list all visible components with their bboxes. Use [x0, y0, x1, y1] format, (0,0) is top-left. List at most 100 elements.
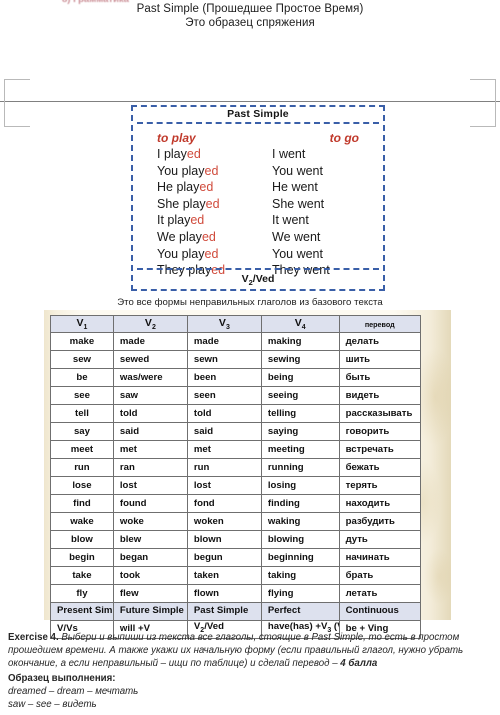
verb-cell-r9-c1: found	[112, 494, 188, 513]
conjugation-line-to-go-3: She went	[272, 196, 383, 213]
exercise-text-part1: Выбери и выпиши из текста все глаголы, с…	[58, 632, 312, 643]
conjugation-line-to-go-1: You went	[272, 163, 383, 180]
formula-base: V	[241, 272, 249, 285]
verb-cell-r12-c4: начинать	[338, 548, 421, 567]
verb-cell-r5-c2: said	[186, 422, 262, 441]
exercise-sample-label: Образец выполнения:	[8, 672, 116, 684]
verb-cell-r9-c3: finding	[260, 494, 340, 513]
verb-cell-r3-c0: see	[50, 386, 114, 405]
verb-cell-r10-c1: woke	[112, 512, 188, 531]
table-row: sew sewed sewn sewing шить	[50, 350, 421, 369]
page-margin-rule	[0, 101, 500, 102]
verb-cell-r5-c1: said	[112, 422, 188, 441]
exercise-label: Exercise 4.	[8, 632, 59, 643]
conjugation-stem: She went	[272, 196, 325, 211]
conjugation-stem: I went	[272, 147, 306, 161]
exercise-sample-1: dreamed – dream – мечтать	[8, 685, 139, 697]
conjugation-lines-to-play: I played You played He played She played It …	[157, 146, 258, 279]
verb-table-caption: Это все формы неправильных глаголов из б…	[117, 297, 383, 308]
page-title: Past Simple (Прошедшее Простое Время) Эт…	[0, 2, 500, 30]
verb-cell-r1-c1: sewed	[112, 350, 188, 369]
verb-cell-r14-c3: flying	[260, 584, 340, 603]
conjugation-line-to-go-2: He went	[272, 179, 383, 196]
verb-cell-r13-c0: take	[50, 566, 114, 585]
verb-cell-r8-c0: lose	[50, 476, 114, 495]
verb-cell-r0-c3: making	[260, 332, 340, 351]
verb-cell-r12-c1: began	[112, 548, 188, 567]
table-row: run ran run running бежать	[50, 458, 421, 477]
verb-cell-r9-c2: fond	[186, 494, 262, 513]
conjugation-stem: You went	[272, 246, 323, 261]
verb-table-frame: V1 V2 V3 V4 перевод make made made making делать…	[44, 310, 451, 639]
verb-table-head: V1 V2 V3 V4 перевод	[50, 315, 421, 333]
verb-cell-r7-c0: run	[50, 458, 114, 477]
verb-cell-r2-c2: been	[186, 368, 262, 387]
verb-cell-r8-c3: losing	[260, 476, 340, 495]
verb-cell-r14-c0: fly	[50, 584, 114, 603]
verb-cell-r2-c1: was/were	[112, 368, 188, 387]
verb-table-header-0: V1	[50, 315, 114, 333]
page-title-line2: Это образец спряжения	[185, 17, 315, 29]
verb-cell-r6-c1: met	[112, 440, 188, 459]
verb-cell-r2-c3: being	[260, 368, 340, 387]
conjugation-suffix: ed	[204, 163, 219, 178]
conjugation-suffix: ed	[201, 229, 216, 244]
verb-table-header-1: V2	[112, 315, 188, 333]
conjugation-box: Past Simple to play I played You played He…	[131, 105, 385, 291]
verb-cell-r3-c3: seeing	[260, 386, 340, 405]
verb-cell-r7-c2: run	[186, 458, 262, 477]
verb-cell-r11-c4: дуть	[338, 530, 421, 549]
conjugation-line-to-play-1: You played	[157, 163, 258, 180]
verb-cell-r3-c1: saw	[112, 386, 188, 405]
page-title-line1: Past Simple (Прошедшее Простое Время)	[136, 3, 364, 15]
table-row: see saw seen seeing видеть	[50, 386, 421, 405]
conjugation-line-to-play-4: It played	[157, 212, 258, 229]
verb-cell-r12-c0: begin	[50, 548, 114, 567]
verb-cell-r1-c4: шить	[338, 350, 421, 369]
verb-cell-r7-c3: running	[260, 458, 340, 477]
conjugation-stem: We went	[272, 229, 321, 244]
conjugation-suffix: ed	[186, 147, 201, 161]
verb-cell-r6-c0: meet	[50, 440, 114, 459]
conjugation-suffix: ed	[199, 180, 214, 195]
verb-cell-r13-c1: took	[112, 566, 188, 585]
verb-cell-r13-c4: брать	[338, 566, 421, 585]
conjugation-stem: I play	[157, 147, 187, 161]
verb-cell-r6-c3: meeting	[260, 440, 340, 459]
verb-cell-r8-c2: lost	[186, 476, 262, 495]
table-row: blow blew blown blowing дуть	[50, 530, 421, 549]
tense-name-1: Future Simple	[112, 602, 188, 621]
table-row: fly flew flown flying летать	[50, 584, 421, 603]
conjugation-stem: It play	[157, 213, 191, 228]
conjugation-heading-to-play: to play	[157, 131, 196, 145]
verb-cell-r6-c2: met	[186, 440, 262, 459]
conjugation-stem: She play	[157, 196, 206, 211]
table-row: find found fond finding находить	[50, 494, 421, 513]
verb-cell-r13-c2: taken	[186, 566, 262, 585]
conjugation-line-to-play-5: We played	[157, 229, 258, 246]
tense-names-row: Present SimpleFuture SimplePast SimplePe…	[50, 602, 421, 621]
conjugation-line-to-go-4: It went	[272, 212, 383, 229]
conjugation-suffix: ed	[204, 246, 219, 261]
conjugation-lines-to-go: I went You went He went She went It went We w…	[272, 146, 383, 279]
conjugation-stem: We play	[157, 229, 202, 244]
verb-cell-r9-c4: находить	[338, 494, 421, 513]
table-row: wake woke woken waking разбудить	[50, 512, 421, 531]
verb-cell-r4-c4: рассказывать	[338, 404, 421, 423]
verb-cell-r10-c4: разбудить	[338, 512, 421, 531]
conjugation-line-to-play-3: She played	[157, 196, 258, 213]
verb-cell-r10-c2: woken	[186, 512, 262, 531]
verb-cell-r10-c3: waking	[260, 512, 340, 531]
verb-cell-r5-c0: say	[50, 422, 114, 441]
conjugation-line-to-go-6: You went	[272, 246, 383, 263]
verb-cell-r7-c4: бежать	[338, 458, 421, 477]
exercise-instructions: Exercise 4. Выбери и выпиши из текста вс…	[8, 631, 492, 671]
formula-rest: /Ved	[252, 272, 275, 285]
verb-cell-r13-c3: taking	[260, 566, 340, 585]
table-row: tell told told telling рассказывать	[50, 404, 421, 423]
conjugation-line-to-play-0: I played	[157, 146, 258, 163]
verb-cell-r4-c0: tell	[50, 404, 114, 423]
worksheet-page: 8) Грамматика Past Simple (Прошедшее Про…	[0, 0, 500, 715]
verb-cell-r0-c2: made	[186, 332, 262, 351]
conjugation-formula-label: V2/Ved	[133, 273, 383, 287]
